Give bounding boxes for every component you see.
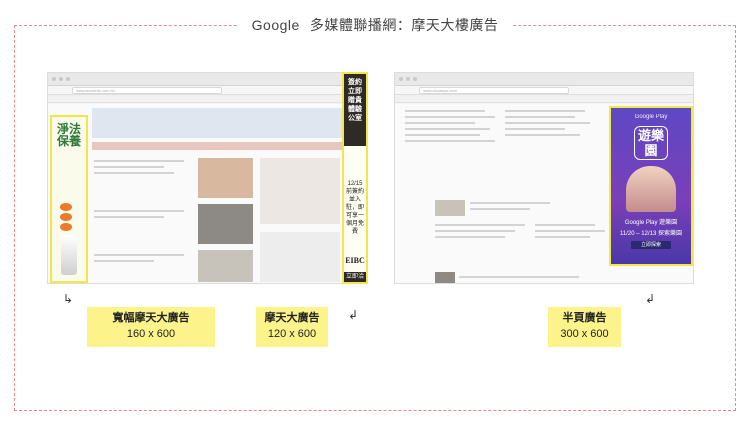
- model-image: [626, 166, 676, 212]
- label-name: 摩天大廣告: [264, 312, 320, 324]
- food-image: [198, 158, 253, 198]
- side-promo: [260, 158, 340, 224]
- wide-skyscraper-ad[interactable]: 淨法保養: [50, 115, 88, 283]
- webpage-content: [48, 104, 367, 283]
- ad-tag-1: [60, 203, 72, 211]
- label-size: 300 x 600: [560, 328, 609, 340]
- ad-body: 12/15前簽約並入駐，即可享一個月免費: [345, 181, 364, 235]
- label-size: 160 x 600: [126, 328, 176, 340]
- url-text: www.cloudsys.com: [419, 87, 569, 94]
- address-bar: www.storeinfo.com.tw: [48, 86, 367, 95]
- page-title: Google 多媒體聯播網：摩天大樓廣告: [237, 14, 513, 36]
- arrow-wide-icon: ↳: [63, 292, 74, 306]
- ad-vertical-text: 淨法保養: [56, 122, 81, 148]
- ad-line-2: 11/20 – 12/13 探索樂園: [620, 231, 682, 237]
- ad-tag-3: [60, 223, 72, 231]
- side-list: [260, 232, 340, 282]
- ad-tag-dots: [60, 203, 72, 231]
- label-skyscraper: 摩天大廣告 120 x 600: [256, 307, 328, 347]
- address-bar: www.cloudsys.com: [395, 86, 693, 95]
- ad-line-1: Google Play 遊樂園: [624, 220, 678, 226]
- label-size: 120 x 600: [267, 328, 317, 340]
- app-icon: 遊樂園: [634, 126, 668, 160]
- arrow-narrow-icon: ↲: [348, 308, 359, 322]
- window-controls: [52, 77, 70, 81]
- title-bar: Google 多媒體聯播網：摩天大樓廣告: [0, 14, 750, 36]
- bookmarks-bar: [395, 95, 693, 103]
- window-controls: [399, 77, 417, 81]
- ad-headline: 簽約立即贈貴體驗公室: [344, 74, 366, 146]
- ad-cta-button[interactable]: 立即探索: [631, 241, 671, 249]
- google-play-logo: Google Play: [634, 114, 668, 120]
- browser-screenshot-left: www.storeinfo.com.tw 淨法保養: [47, 72, 368, 284]
- article-thumb-2: [435, 272, 455, 283]
- title-subtitle: 多媒體聯播網：摩天大樓廣告: [309, 17, 499, 33]
- label-wide-skyscraper: 寬幅摩天大廣告 160 x 600: [87, 307, 215, 347]
- url-text: www.storeinfo.com.tw: [72, 87, 222, 94]
- banner-area: [92, 108, 342, 138]
- news-image: [198, 204, 253, 244]
- ad-cta[interactable]: 立即洽詢: [344, 272, 366, 282]
- browser-chrome: [395, 73, 693, 86]
- street-image: [198, 250, 253, 282]
- bookmarks-bar: [48, 95, 367, 103]
- half-page-ad[interactable]: Google Play 遊樂園 Google Play 遊樂園 11/20 – …: [609, 106, 693, 266]
- label-name: 寬幅摩天大廣告: [112, 312, 190, 324]
- label-half-page: 半頁廣告 300 x 600: [548, 307, 621, 347]
- ad-logo: EIBC: [345, 256, 365, 265]
- label-name: 半頁廣告: [562, 312, 607, 324]
- product-bottle-icon: [61, 235, 77, 275]
- promo-strip: [92, 142, 342, 150]
- browser-chrome: [48, 73, 367, 86]
- title-brand: Google: [251, 17, 300, 33]
- arrow-half-icon: ↲: [645, 292, 656, 306]
- article-thumb: [435, 200, 465, 216]
- skyscraper-ad[interactable]: 簽約立即贈貴體驗公室 12/15前簽約並入駐，即可享一個月免費 EIBC 立即洽…: [342, 72, 368, 284]
- ad-tag-2: [60, 213, 72, 221]
